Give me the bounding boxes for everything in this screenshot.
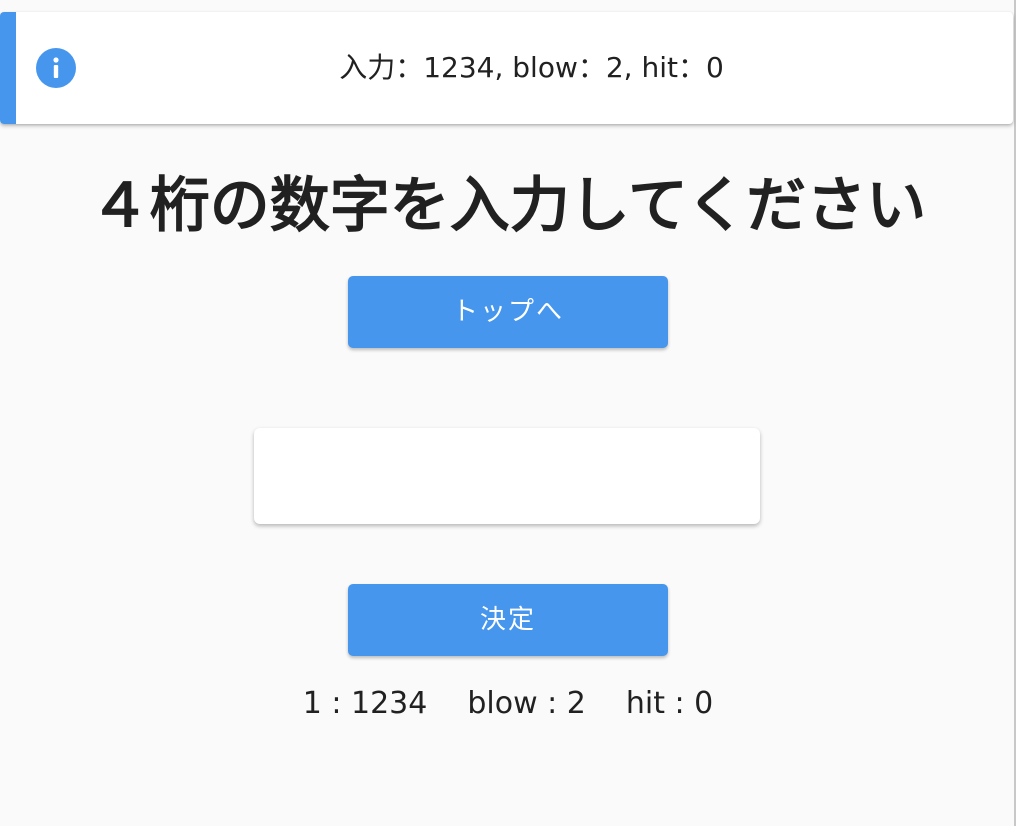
top-page-button[interactable]: トップへ bbox=[348, 276, 668, 348]
history-blow: blow : 2 bbox=[467, 686, 586, 721]
history-attempt: 1 : 1234 bbox=[302, 686, 428, 721]
info-icon bbox=[36, 48, 76, 88]
notification-accent-bar bbox=[0, 12, 16, 124]
number-input[interactable] bbox=[254, 428, 760, 524]
guess-history: 1 : 1234 blow : 2 hit : 0 bbox=[0, 682, 1016, 726]
history-hit: hit : 0 bbox=[625, 686, 714, 721]
notification-message: 入力：1234, blow：2, hit：0 bbox=[339, 51, 724, 84]
info-notification: 入力：1234, blow：2, hit：0 bbox=[0, 12, 1013, 124]
submit-button[interactable]: 決定 bbox=[348, 584, 668, 656]
history-row: 1 : 1234 blow : 2 hit : 0 bbox=[0, 682, 1016, 726]
page-title: ４桁の数字を入力してください bbox=[89, 171, 927, 241]
